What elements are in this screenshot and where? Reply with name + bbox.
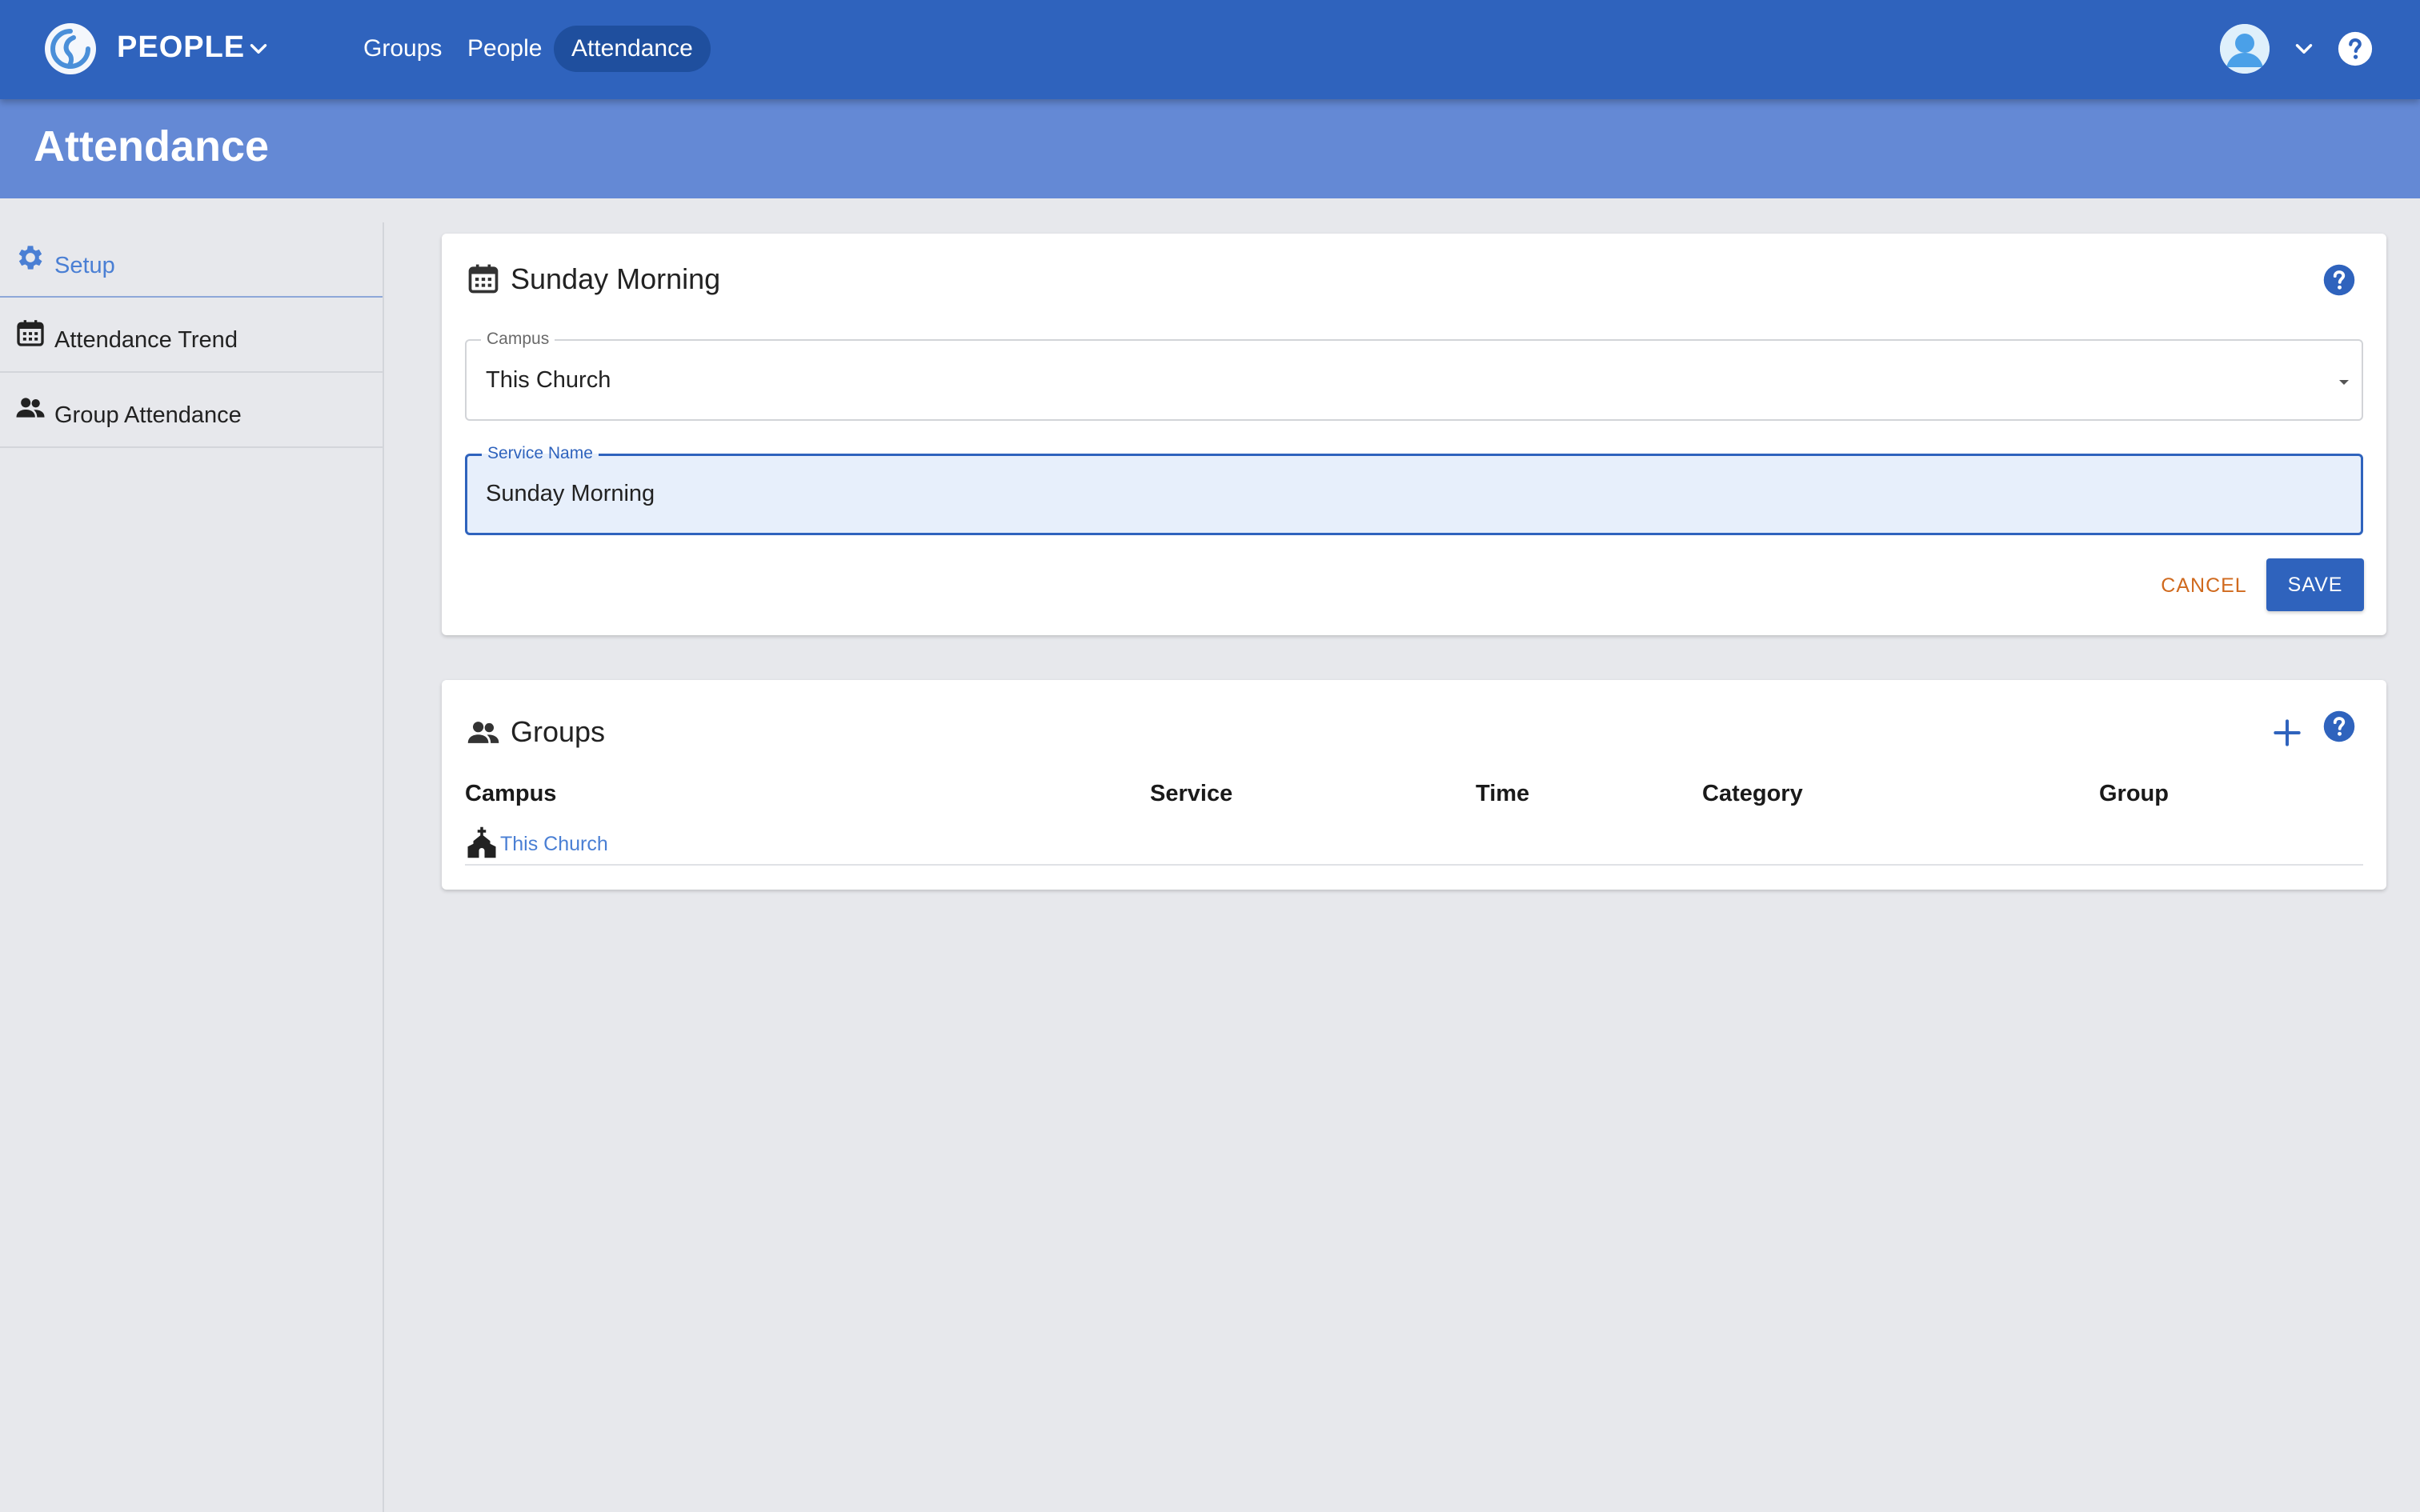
church-icon [467, 826, 496, 858]
user-avatar-icon[interactable] [2220, 24, 2270, 74]
calendar-icon [468, 264, 499, 294]
sidebar-item-label: Setup [54, 253, 115, 278]
top-app-bar: PEOPLE Groups People Attendance [0, 0, 2420, 99]
people-icon [16, 398, 45, 418]
help-icon[interactable] [2322, 710, 2356, 743]
chevron-down-icon[interactable] [2290, 35, 2318, 62]
groups-card: Groups Campus Service Time Category Grou… [442, 680, 2386, 890]
nav-people[interactable]: People [450, 26, 559, 72]
column-header-group: Group [2099, 781, 2169, 806]
people-icon [467, 722, 499, 743]
sidebar-item-attendance-trend[interactable]: Attendance Trend [0, 298, 383, 373]
help-icon[interactable] [2322, 263, 2356, 297]
card-title: Groups [511, 715, 606, 748]
nav-groups[interactable]: Groups [346, 26, 459, 72]
service-edit-card: Sunday Morning Campus This Church Servic… [442, 234, 2386, 635]
campus-select[interactable]: Campus This Church [465, 330, 2363, 421]
nav-attendance[interactable]: Attendance [554, 26, 711, 72]
calendar-icon [17, 320, 44, 346]
campus-field-label: Campus [481, 330, 555, 349]
column-header-time: Time [1476, 781, 1530, 806]
app-name[interactable]: PEOPLE [117, 30, 245, 65]
table-row: This Church [465, 818, 2363, 866]
service-name-input[interactable]: Service Name Sunday Morning [465, 444, 2363, 535]
campus-link[interactable]: This Church [500, 833, 608, 856]
page-title: Attendance [34, 122, 270, 170]
sidebar: Setup Attendance Trend Group Attendance [0, 222, 384, 1512]
add-icon[interactable] [2270, 715, 2305, 750]
column-header-campus: Campus [465, 781, 557, 806]
campus-select-value: This Church [486, 367, 611, 393]
help-icon[interactable] [2337, 30, 2374, 67]
sidebar-item-group-attendance[interactable]: Group Attendance [0, 373, 383, 448]
gear-icon [18, 246, 42, 270]
b1-logo-icon[interactable] [45, 23, 96, 74]
sidebar-item-label: Attendance Trend [54, 327, 238, 353]
column-header-service: Service [1150, 781, 1233, 806]
sidebar-item-setup[interactable]: Setup [0, 222, 383, 298]
chevron-down-icon[interactable] [245, 35, 272, 62]
sidebar-item-label: Group Attendance [54, 402, 242, 428]
page-title-band: Attendance [0, 99, 2420, 198]
service-name-field-label: Service Name [482, 444, 599, 463]
card-title: Sunday Morning [511, 262, 721, 295]
service-name-value: Sunday Morning [486, 481, 655, 506]
dropdown-arrow-icon[interactable] [2334, 373, 2354, 392]
save-button[interactable]: SAVE [2266, 558, 2364, 611]
column-header-category: Category [1702, 781, 1803, 806]
cancel-button[interactable]: CANCEL [2150, 560, 2258, 611]
